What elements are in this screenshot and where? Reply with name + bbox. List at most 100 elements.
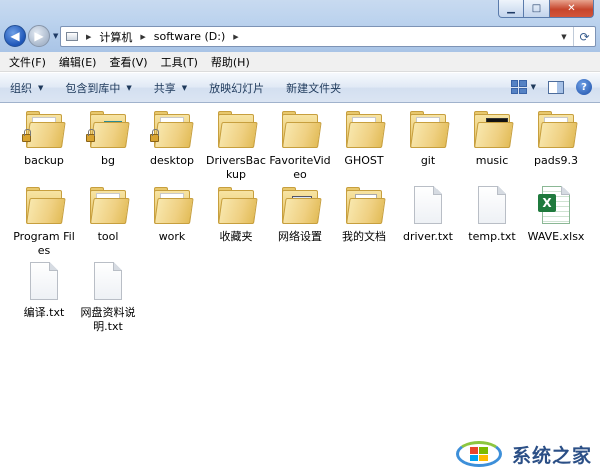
item-label: pads9.3: [534, 154, 578, 167]
new-folder-label: 新建文件夹: [286, 81, 342, 95]
file-item[interactable]: 网盘资料说明.txt: [77, 260, 139, 334]
watermark-logo: 系统之家: [454, 439, 592, 469]
folder-item[interactable]: 网络设置: [269, 184, 331, 244]
folder-item[interactable]: 收藏夹: [205, 184, 267, 244]
item-label: GHOST: [344, 154, 384, 167]
organize-label: 组织: [10, 81, 32, 95]
view-options-dropdown-icon[interactable]: ▼: [531, 83, 536, 91]
folder-item[interactable]: GHOST: [333, 108, 395, 168]
item-label: bg: [101, 154, 115, 167]
watermark-text: 系统之家: [511, 444, 592, 467]
back-button[interactable]: ◀: [4, 25, 26, 47]
folder-icon: [86, 184, 130, 228]
text-file-icon: [470, 184, 514, 228]
change-view-icon[interactable]: [510, 80, 527, 94]
title-bar: ▁ □ ✕ ◀ ▶ ▼ ▶ 计算机 ▶ software (D:) ▶ ▼ ⟳: [0, 0, 600, 52]
item-label: work: [158, 230, 186, 243]
folder-item[interactable]: tool: [77, 184, 139, 244]
folder-icon: [342, 184, 386, 228]
maximize-button[interactable]: □: [524, 0, 550, 18]
menu-view[interactable]: 查看(V): [109, 54, 147, 70]
file-item[interactable]: driver.txt: [397, 184, 459, 244]
item-label: temp.txt: [468, 230, 516, 243]
folder-item[interactable]: git: [397, 108, 459, 168]
excel-file-icon: X: [534, 184, 578, 228]
folder-icon: [214, 184, 258, 228]
folder-icon: [470, 108, 514, 152]
slideshow-label: 放映幻灯片: [209, 81, 265, 95]
site-logo-icon: [454, 439, 510, 469]
new-folder-button[interactable]: 新建文件夹: [286, 80, 341, 96]
folder-item[interactable]: music: [461, 108, 523, 168]
folder-item[interactable]: backup: [13, 108, 75, 168]
file-item[interactable]: temp.txt: [461, 184, 523, 244]
minimize-button[interactable]: ▁: [498, 0, 524, 18]
item-label: Program Files: [13, 230, 75, 257]
preview-pane-icon[interactable]: [548, 80, 564, 94]
address-history-dropdown-icon[interactable]: ▼: [555, 33, 573, 41]
folder-icon: [214, 108, 258, 152]
folder-item[interactable]: work: [141, 184, 203, 244]
item-label: FavoriteVideo: [269, 154, 331, 181]
item-label: DriversBackup: [206, 154, 266, 181]
share-button[interactable]: 共享 ▼: [154, 80, 187, 96]
item-label: desktop: [150, 154, 194, 167]
folder-icon: [150, 184, 194, 228]
folder-icon: [406, 108, 450, 152]
folder-icon: [150, 108, 194, 152]
recent-pages-dropdown-icon[interactable]: ▼: [53, 32, 58, 40]
text-file-icon: [406, 184, 450, 228]
chevron-right-icon[interactable]: ▶: [140, 33, 145, 41]
menu-bar: 文件(F) 编辑(E) 查看(V) 工具(T) 帮助(H): [0, 52, 600, 72]
chevron-down-icon: ▼: [126, 83, 132, 92]
close-button[interactable]: ✕: [550, 0, 594, 18]
computer-icon: [66, 32, 78, 41]
folder-item[interactable]: Program Files: [13, 184, 75, 258]
folder-icon: [278, 184, 322, 228]
text-file-icon: [86, 260, 130, 304]
folder-item[interactable]: desktop: [141, 108, 203, 168]
menu-edit[interactable]: 编辑(E): [59, 54, 97, 70]
chevron-right-icon[interactable]: ▶: [233, 33, 238, 41]
include-library-button[interactable]: 包含到库中 ▼: [65, 80, 131, 96]
forward-button[interactable]: ▶: [28, 25, 50, 47]
navigation-buttons: ◀ ▶ ▼: [4, 25, 58, 47]
breadcrumb-drive[interactable]: software (D:): [154, 30, 226, 43]
breadcrumb-computer[interactable]: 计算机: [99, 29, 132, 45]
include-library-label: 包含到库中: [65, 81, 121, 95]
slideshow-button[interactable]: 放映幻灯片: [209, 80, 264, 96]
item-label: git: [420, 154, 436, 167]
file-item[interactable]: X WAVE.xlsx: [525, 184, 587, 244]
help-icon[interactable]: ?: [576, 79, 592, 95]
organize-button[interactable]: 组织 ▼: [10, 80, 43, 96]
command-bar: 组织 ▼ 包含到库中 ▼ 共享 ▼ 放映幻灯片 新建文件夹 ▼ ?: [0, 73, 600, 103]
folder-icon: [342, 108, 386, 152]
chevron-right-icon[interactable]: ▶: [86, 33, 91, 41]
folder-item[interactable]: pads9.3: [525, 108, 587, 168]
folder-icon: [86, 108, 130, 152]
text-file-icon: [22, 260, 66, 304]
item-label: 网络设置: [278, 230, 322, 243]
address-bar[interactable]: ▶ 计算机 ▶ software (D:) ▶ ▼ ⟳: [60, 26, 596, 47]
folder-item[interactable]: bg: [77, 108, 139, 168]
item-label: 编译.txt: [23, 306, 65, 319]
folder-item[interactable]: FavoriteVideo: [269, 108, 331, 182]
folder-icon: [22, 184, 66, 228]
folder-item[interactable]: 我的文档: [333, 184, 395, 244]
chevron-down-icon: ▼: [38, 83, 44, 92]
menu-tools[interactable]: 工具(T): [161, 54, 198, 70]
file-view[interactable]: backup bg desktop DriversBackup FavoriteVide…: [0, 104, 600, 475]
file-item[interactable]: 编译.txt: [13, 260, 75, 320]
menu-file[interactable]: 文件(F): [9, 54, 46, 70]
folder-item[interactable]: DriversBackup: [205, 108, 267, 182]
menu-help[interactable]: 帮助(H): [211, 54, 250, 70]
item-label: music: [475, 154, 509, 167]
item-label: driver.txt: [403, 230, 453, 243]
item-label: 收藏夹: [219, 230, 253, 243]
folder-icon: [534, 108, 578, 152]
item-label: WAVE.xlsx: [527, 230, 585, 243]
window-controls: ▁ □ ✕: [498, 0, 594, 18]
folder-icon: [22, 108, 66, 152]
refresh-icon[interactable]: ⟳: [573, 27, 595, 46]
item-label: backup: [24, 154, 64, 167]
